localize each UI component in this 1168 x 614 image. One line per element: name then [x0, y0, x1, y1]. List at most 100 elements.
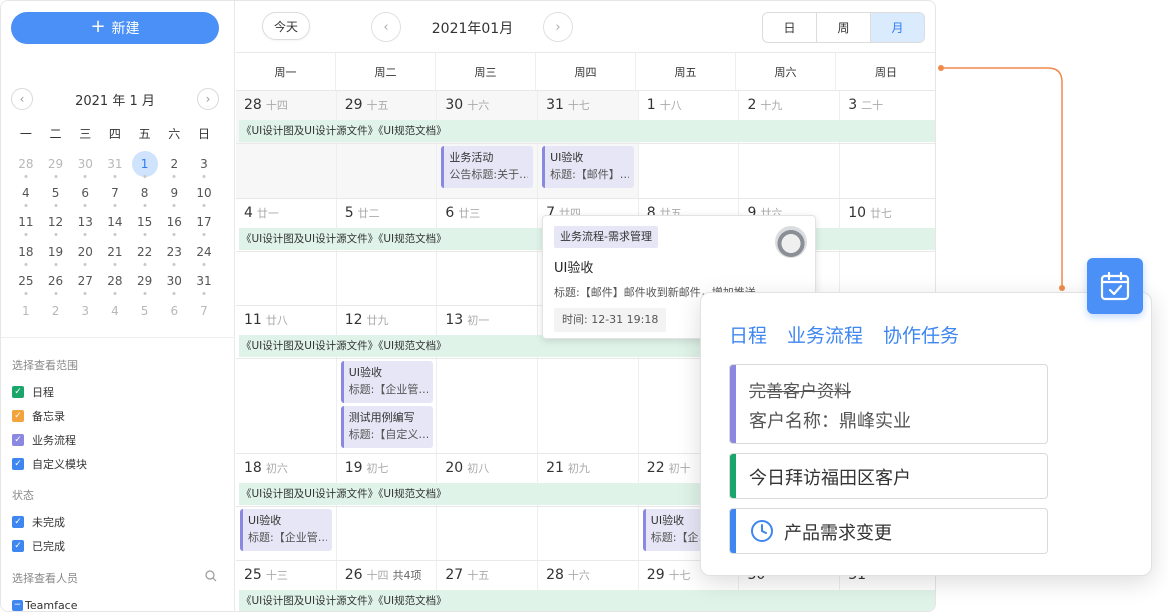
mini-day-number: 6: [81, 185, 90, 200]
calendar-day[interactable]: 10 廿七: [840, 199, 935, 305]
mini-day[interactable]: 27: [70, 268, 100, 297]
search-icon[interactable]: [205, 570, 217, 582]
card-tab-business-flow[interactable]: 业务流程: [787, 321, 863, 348]
mini-day[interactable]: 11: [11, 209, 41, 238]
mini-day[interactable]: 1: [11, 298, 41, 327]
view-month-button[interactable]: 月: [871, 13, 924, 42]
calendar-day[interactable]: 2 十九: [740, 91, 841, 198]
filter-item[interactable]: ✓ 备忘录: [12, 408, 65, 424]
mini-day[interactable]: 5: [130, 298, 160, 327]
mini-day[interactable]: 24: [189, 239, 219, 268]
calendar-day[interactable]: 1 十八: [639, 91, 740, 198]
mini-day[interactable]: 20: [70, 239, 100, 268]
mini-day[interactable]: 21: [100, 239, 130, 268]
mini-day[interactable]: 28: [11, 151, 41, 180]
view-week-button[interactable]: 周: [817, 13, 871, 42]
mini-day[interactable]: 13: [70, 209, 100, 238]
calendar-day[interactable]: 20 初八: [437, 454, 539, 560]
mini-week-row: 1 2 3 4 5 6 7: [11, 297, 219, 326]
mini-day[interactable]: 22: [130, 239, 160, 268]
event-chip[interactable]: UI验收 标题:【企业管…: [240, 509, 332, 551]
mini-day[interactable]: 17: [189, 209, 219, 238]
mini-day[interactable]: 29: [41, 151, 71, 180]
mini-day[interactable]: 2: [41, 298, 71, 327]
day-number: 26 十四 共4项: [345, 567, 422, 583]
mini-day[interactable]: 15: [130, 209, 160, 238]
calendar-day[interactable]: 6 廿三: [437, 199, 539, 305]
mini-day[interactable]: 30: [70, 151, 100, 180]
multi-day-event-band[interactable]: 《UI设计图及UI设计源文件》《UI规范文档》: [239, 590, 935, 611]
mini-day[interactable]: 3: [189, 151, 219, 180]
mini-day[interactable]: 18: [11, 239, 41, 268]
mini-day[interactable]: 31: [189, 268, 219, 297]
mini-day[interactable]: 8: [130, 180, 160, 209]
event-chip[interactable]: 测试用例编写 标题:【自定义…: [340, 406, 433, 448]
task-item[interactable]: 完善客户资料 客户名称：鼎峰实业: [729, 364, 1048, 444]
mini-day[interactable]: 5: [41, 180, 71, 209]
calendar-day[interactable]: 21 初九: [538, 454, 639, 560]
filter-item[interactable]: ✓ 未完成: [12, 514, 65, 530]
mini-day[interactable]: 6: [159, 298, 189, 327]
event-chip[interactable]: UI验收 标题:【企业管…: [340, 361, 433, 403]
mini-day[interactable]: 29: [130, 268, 160, 297]
calendar-day[interactable]: 13 初一: [437, 306, 539, 453]
mini-day[interactable]: 14: [100, 209, 130, 238]
mini-day[interactable]: 19: [41, 239, 71, 268]
multi-day-event-band[interactable]: 《UI设计图及UI设计源文件》《UI规范文档》: [239, 120, 935, 142]
day-number: 4 廿一: [244, 205, 279, 221]
calendar-day[interactable]: 3 二十: [840, 91, 935, 198]
popover-time: 时间: 12-31 19:18: [554, 308, 667, 332]
mini-day[interactable]: 12: [41, 209, 71, 238]
card-tab-schedule[interactable]: 日程: [729, 321, 767, 348]
mini-day[interactable]: 7: [189, 298, 219, 327]
mini-day[interactable]: 2: [159, 151, 189, 180]
mini-next-month-button[interactable]: ›: [196, 88, 219, 110]
filter-item[interactable]: ✓ 已完成: [12, 538, 65, 554]
task-item[interactable]: 今日拜访福田区客户: [729, 453, 1048, 499]
event-chip[interactable]: 业务活动 公告标题:关于…: [441, 146, 534, 188]
mini-day[interactable]: 16: [159, 209, 189, 238]
calendar-day[interactable]: 5 廿二: [337, 199, 438, 305]
mini-week-row: 18 19 20 21 22 23 24: [11, 239, 219, 268]
today-button[interactable]: 今天: [262, 12, 310, 40]
calendar-day[interactable]: 19 初七: [337, 454, 438, 560]
calendar-day[interactable]: 11 廿八: [236, 306, 337, 453]
event-dot: [172, 174, 176, 178]
lunar-date: 初七: [366, 462, 389, 475]
mini-day[interactable]: 30: [159, 268, 189, 297]
filter-item[interactable]: ✓ 日程: [12, 384, 54, 400]
prev-month-button[interactable]: ‹: [371, 12, 401, 42]
calendar-day[interactable]: 4 廿一: [236, 199, 337, 305]
mini-day[interactable]: 6: [70, 180, 100, 209]
mini-day[interactable]: 7: [100, 180, 130, 209]
card-tab-collab-task[interactable]: 协作任务: [883, 321, 959, 348]
task-item[interactable]: 产品需求变更: [729, 508, 1048, 554]
event-dot: [172, 262, 176, 266]
mini-day[interactable]: 28: [100, 268, 130, 297]
mini-day[interactable]: 26: [41, 268, 71, 297]
mini-day[interactable]: 4: [100, 298, 130, 327]
mini-day[interactable]: 1: [130, 150, 160, 180]
view-day-button[interactable]: 日: [763, 13, 817, 42]
mini-day[interactable]: 10: [189, 180, 219, 209]
mini-day[interactable]: 25: [11, 268, 41, 297]
calendar-day[interactable]: 28 十四: [236, 91, 337, 198]
mini-day[interactable]: 31: [100, 151, 130, 180]
new-button[interactable]: + 新建: [11, 12, 219, 44]
mini-day[interactable]: 9: [159, 180, 189, 209]
next-month-button[interactable]: ›: [543, 12, 573, 42]
mini-day[interactable]: 4: [11, 180, 41, 209]
people-item-teamface[interactable]: − Teamface: [12, 599, 78, 611]
event-chip[interactable]: UI验收 标题:【邮件】…: [542, 146, 635, 188]
event-dot: [143, 292, 147, 296]
mini-day[interactable]: 23: [159, 239, 189, 268]
filter-item[interactable]: ✓ 自定义模块: [12, 456, 87, 472]
calendar-day[interactable]: 29 十五: [336, 91, 438, 198]
mini-day-number: 14: [107, 215, 123, 230]
filter-item[interactable]: ✓ 业务流程: [12, 432, 76, 448]
month-title: 2021年01月: [431, 21, 514, 37]
week-header: 周一 周二 周三 周四 周五 周六 周日: [236, 53, 935, 91]
mini-prev-month-button[interactable]: ‹: [11, 88, 33, 110]
mini-calendar-header: ‹ 2021 年 1 月 ›: [11, 87, 219, 111]
mini-day[interactable]: 3: [70, 298, 100, 327]
